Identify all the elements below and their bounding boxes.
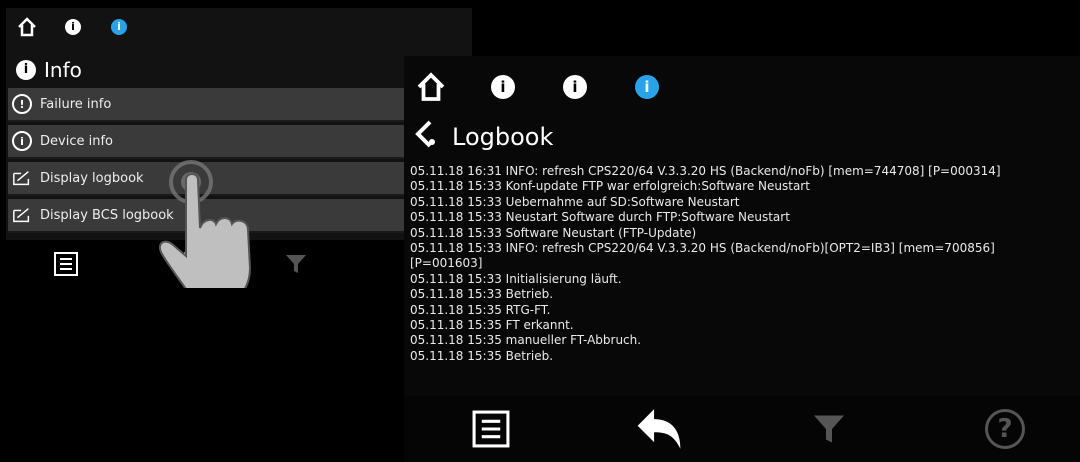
left-screen: i i i Info ! Failure info i Device info …: [6, 8, 472, 288]
menu-item-label: Failure info: [40, 96, 112, 112]
home-icon[interactable]: [14, 14, 40, 40]
log-entry: 05.11.18 16:31 INFO: refresh CPS220/64 V…: [410, 164, 1001, 178]
page-title: i Info: [16, 58, 82, 82]
home-icon[interactable]: [412, 68, 450, 106]
log-entry: 05.11.18 15:33 INFO: refresh CPS220/64 V…: [410, 241, 995, 256]
info-icon: i: [16, 60, 36, 80]
back-chevron-icon[interactable]: [414, 120, 438, 154]
filter-icon[interactable]: [280, 248, 312, 280]
logbook-list[interactable]: 05.11.18 16:31 INFO: refresh CPS220/64 V…: [410, 164, 1078, 392]
log-entry: 05.11.18 15:35 manueller FT-Abbruch.: [410, 333, 642, 348]
breadcrumb-info-active-icon[interactable]: i: [106, 14, 132, 40]
device-info-icon: i: [12, 131, 32, 151]
menu-icon[interactable]: [466, 404, 516, 454]
logbook-icon: [12, 205, 32, 225]
breadcrumb: i i: [14, 14, 132, 40]
log-entry: 05.11.18 15:33 Betrieb.: [410, 287, 554, 302]
breadcrumb-info-icon[interactable]: i: [556, 68, 594, 106]
log-entry: 05.11.18 15:33 Uebernahme auf SD:Softwar…: [410, 194, 740, 209]
help-glyph: ?: [985, 409, 1025, 449]
page-title: Logbook: [414, 120, 553, 154]
back-arrow-icon[interactable]: [634, 404, 684, 454]
menu-item-label: Display BCS logbook: [40, 207, 174, 223]
page-title-text: Info: [44, 58, 82, 82]
log-entry: [P=001603]: [410, 256, 483, 271]
log-entry: 05.11.18 15:33 Initialisierung läuft.: [410, 271, 622, 286]
right-screen: i i i Logbook 05.11.18 16:31 INFO: refre…: [404, 56, 1080, 462]
log-entry: 05.11.18 15:35 Betrieb.: [410, 348, 554, 363]
page-title-text: Logbook: [452, 123, 554, 151]
breadcrumb-info-active-icon[interactable]: i: [628, 68, 666, 106]
menu-item-label: Display logbook: [40, 170, 144, 186]
log-entry: 05.11.18 15:33 Neustart Software durch F…: [410, 210, 790, 225]
log-entry: 05.11.18 15:35 FT erkannt.: [410, 318, 574, 333]
filter-icon[interactable]: [804, 404, 854, 454]
help-icon[interactable]: ?: [980, 404, 1030, 454]
log-entry: 05.11.18 15:35 RTG-FT.: [410, 302, 551, 317]
logbook-icon: [12, 168, 32, 188]
menu-item-label: Device info: [40, 133, 113, 149]
menu-icon[interactable]: [50, 248, 82, 280]
log-entry: 05.11.18 15:33 Konf-update FTP war erfol…: [410, 179, 810, 194]
breadcrumb: i i i: [412, 68, 666, 106]
breadcrumb-info-icon[interactable]: i: [484, 68, 522, 106]
exclamation-icon: !: [12, 94, 32, 114]
bottom-toolbar: ?: [404, 396, 1080, 462]
log-entry: 05.11.18 15:33 Software Neustart (FTP-Up…: [410, 225, 697, 240]
menu-item-device-info[interactable]: i Device info: [8, 125, 472, 159]
hand-pointer-icon: [156, 158, 276, 288]
menu-item-failure-info[interactable]: ! Failure info: [8, 88, 472, 122]
breadcrumb-info-icon[interactable]: i: [60, 14, 86, 40]
